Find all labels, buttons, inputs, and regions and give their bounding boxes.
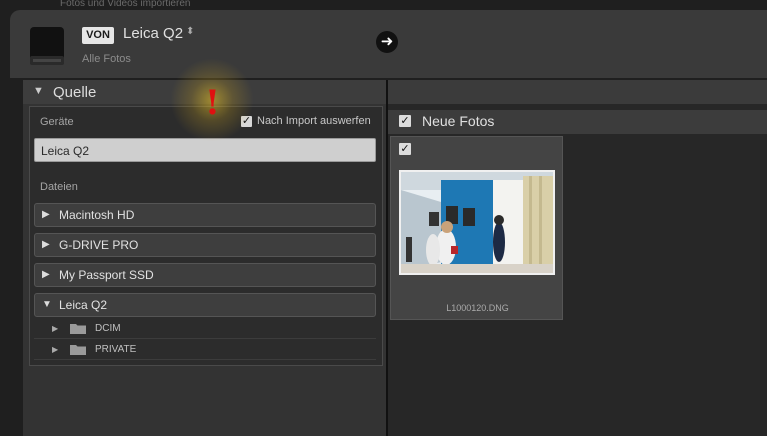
source-name-selector[interactable]: Leica Q2	[123, 25, 183, 42]
folder-icon	[70, 324, 86, 334]
window-title: Fotos und Videos importieren	[60, 0, 191, 8]
source-box: Geräte ✓ Nach Import auswerfen Leica Q2 …	[29, 106, 383, 366]
folder-private[interactable]: ▶ PRIVATE	[34, 340, 376, 360]
triangle-right-icon[interactable]: ▶	[52, 324, 58, 333]
photo-checkbox[interactable]: ✓	[399, 143, 411, 155]
warning-exclamation-icon: !	[205, 83, 220, 123]
import-header: VON Leica Q2 ⬍ Alle Fotos ➜	[10, 10, 767, 78]
triangle-right-icon[interactable]: ▶	[52, 345, 58, 354]
eject-label[interactable]: Nach Import auswerfen	[257, 115, 371, 127]
drive-icon[interactable]	[28, 26, 66, 68]
folder-dcim[interactable]: ▶ DCIM	[34, 319, 376, 339]
volume-label: Leica Q2	[59, 298, 108, 312]
volume-my-passport-ssd[interactable]: ▶ My Passport SSD	[34, 263, 376, 287]
new-photos-group-header[interactable]: ✓ Neue Fotos	[388, 110, 767, 134]
source-subtitle: Alle Fotos	[82, 53, 131, 65]
folder-icon	[70, 345, 86, 355]
triangle-down-icon[interactable]: ▼	[33, 85, 44, 97]
source-panel-title: Quelle	[53, 84, 97, 101]
triangle-right-icon[interactable]: ▶	[42, 269, 50, 280]
files-label: Dateien	[40, 181, 78, 193]
photo-cell[interactable]: ✓ L1000120.DNG	[390, 136, 563, 320]
folder-label: DCIM	[95, 323, 121, 334]
arrow-right-icon[interactable]: ➜	[376, 31, 398, 53]
device-field[interactable]: Leica Q2	[34, 138, 376, 162]
volume-label: Macintosh HD	[59, 208, 135, 222]
from-badge: VON	[82, 27, 114, 44]
volume-macintosh-hd[interactable]: ▶ Macintosh HD	[34, 203, 376, 227]
group-checkbox[interactable]: ✓	[399, 115, 411, 127]
updown-arrows-icon[interactable]: ⬍	[186, 27, 194, 37]
photo-filename: L1000120.DNG	[446, 303, 509, 313]
devices-label: Geräte	[40, 116, 74, 128]
volume-g-drive-pro[interactable]: ▶ G-DRIVE PRO	[34, 233, 376, 257]
volume-leica-q2[interactable]: ▼ Leica Q2	[34, 293, 376, 317]
folder-label: PRIVATE	[95, 344, 137, 355]
volume-label: My Passport SSD	[59, 268, 154, 282]
group-title: Neue Fotos	[422, 113, 495, 129]
triangle-right-icon[interactable]: ▶	[42, 239, 50, 250]
photo-thumbnail[interactable]	[399, 170, 555, 275]
triangle-right-icon[interactable]: ▶	[42, 209, 50, 220]
volume-label: G-DRIVE PRO	[59, 238, 139, 252]
photos-panel: ✓ Neue Fotos ✓ L1000120.DNG	[388, 80, 767, 436]
photos-toolbar	[388, 80, 767, 104]
triangle-down-icon[interactable]: ▼	[42, 299, 52, 310]
